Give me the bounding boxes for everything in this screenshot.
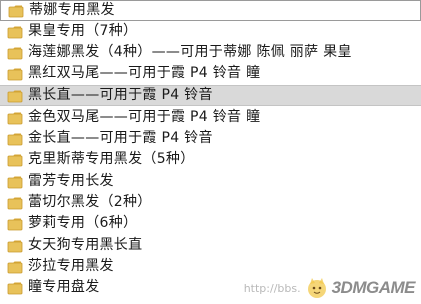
watermark-url: http://bbs.: [243, 281, 301, 295]
folder-icon: [7, 218, 23, 230]
folder-label: 克里斯蒂专用黑发（5种）: [28, 151, 195, 167]
folder-row-black-red-twintails[interactable]: 黑红双马尾——可用于霞 P4 铃音 瞳: [0, 63, 421, 84]
mascot-icon: [307, 278, 326, 298]
watermark-logo: 3DMGAME: [331, 278, 416, 297]
folder-icon: [7, 282, 23, 294]
folder-label: 黑红双马尾——可用于霞 P4 铃音 瞳: [28, 65, 261, 81]
folder-row-tengu-black-long-straight[interactable]: 女天狗专用黑长直: [0, 235, 421, 256]
folder-icon: [7, 240, 23, 252]
folder-label: 果皇专用（7种）: [28, 23, 138, 39]
folder-icon: [7, 68, 23, 80]
folder-label: 蒂娜专用黑发: [29, 2, 115, 18]
folder-icon: [7, 90, 23, 102]
folder-icon: [7, 176, 23, 188]
folder-row-tina-black-hair[interactable]: 蒂娜专用黑发: [0, 0, 421, 21]
folder-label: 海莲娜黑发（4种）——可用于蒂娜 陈佩 丽萨 果皇: [28, 44, 352, 60]
folder-row-christie-black-hair[interactable]: 克里斯蒂专用黑发（5种）: [0, 149, 421, 170]
folder-row-guohuang[interactable]: 果皇专用（7种）: [0, 21, 421, 42]
folder-row-loli[interactable]: 萝莉专用（6种）: [0, 213, 421, 234]
folder-row-leifang-long-hair[interactable]: 雷芳专用长发: [0, 171, 421, 192]
folder-label: 女天狗专用黑长直: [28, 237, 143, 253]
folder-icon: [7, 197, 23, 209]
folder-label: 蕾切尔黑发（2种）: [28, 194, 152, 210]
folder-row-helena-black-hair[interactable]: 海莲娜黑发（4种）——可用于蒂娜 陈佩 丽萨 果皇: [0, 42, 421, 63]
folder-label: 黑长直——可用于霞 P4 铃音: [28, 87, 213, 103]
folder-icon: [8, 5, 24, 17]
folder-label: 金色双马尾——可用于霞 P4 铃音 瞳: [28, 109, 261, 125]
folder-icon: [7, 154, 23, 166]
folder-label: 金长直——可用于霞 P4 铃音: [28, 130, 213, 146]
folder-row-golden-twintails[interactable]: 金色双马尾——可用于霞 P4 铃音 瞳: [0, 107, 421, 128]
folder-icon: [7, 26, 23, 38]
folder-label: 瞳专用盘发: [28, 279, 100, 295]
folder-label: 莎拉专用黑发: [28, 258, 114, 274]
folder-row-sarah-black-hair[interactable]: 莎拉专用黑发: [0, 256, 421, 277]
folder-list: 蒂娜专用黑发 果皇专用（7种） 海莲娜黑发（4种）——可用于蒂娜 陈佩 丽萨 果…: [0, 0, 421, 304]
site-watermark: http://bbs. 3DMGAME: [243, 275, 416, 301]
folder-icon: [7, 133, 23, 145]
folder-row-rachel-black-hair[interactable]: 蕾切尔黑发（2种）: [0, 192, 421, 213]
folder-row-black-long-straight[interactable]: 黑长直——可用于霞 P4 铃音: [0, 85, 421, 106]
folder-row-golden-long-straight[interactable]: 金长直——可用于霞 P4 铃音: [0, 128, 421, 149]
folder-icon: [7, 47, 23, 59]
folder-label: 雷芳专用长发: [28, 173, 114, 189]
folder-icon: [7, 112, 23, 124]
folder-icon: [7, 261, 23, 273]
folder-label: 萝莉专用（6种）: [28, 215, 138, 231]
